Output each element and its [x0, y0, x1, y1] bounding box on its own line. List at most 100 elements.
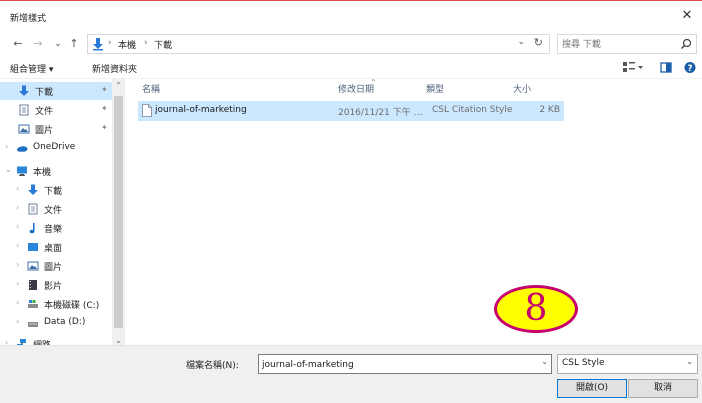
column-header-size[interactable]: 大小: [513, 82, 531, 95]
column-header-date[interactable]: 修改日期: [338, 82, 374, 95]
sidebar-item-network[interactable]: › 網路: [0, 335, 112, 345]
pin-icon: ✦: [101, 85, 108, 94]
breadcrumb-separator: ›: [108, 38, 112, 48]
sidebar-item-label: 音樂: [44, 225, 63, 235]
sidebar-item-music[interactable]: › 音樂: [0, 219, 112, 237]
expand-chevron-icon[interactable]: ›: [5, 338, 8, 345]
cancel-button[interactable]: 取消: [628, 379, 698, 398]
expand-chevron-icon[interactable]: ›: [16, 317, 19, 326]
download-arrow-icon: [19, 85, 29, 96]
expand-chevron-icon[interactable]: ›: [16, 260, 19, 269]
expand-chevron-icon[interactable]: ›: [16, 184, 19, 193]
pictures-icon: [27, 261, 39, 271]
sidebar-item-downloads[interactable]: › 下載: [0, 181, 112, 199]
sidebar-item-pictures[interactable]: › 圖片: [0, 257, 112, 275]
file-type-select[interactable]: CSL Style ⌄: [557, 354, 698, 374]
pin-icon: ✦: [101, 123, 108, 132]
breadcrumb-this-pc[interactable]: 本機: [118, 38, 136, 51]
file-date: 2016/11/21 下午 …: [338, 108, 423, 118]
sidebar-item-label: Data (D:): [44, 317, 86, 327]
expand-chevron-icon[interactable]: ›: [16, 203, 19, 212]
desktop-icon: [28, 243, 38, 251]
pin-icon: ✦: [101, 104, 108, 113]
address-history-dropdown[interactable]: ⌄: [517, 37, 525, 47]
forward-button[interactable]: →: [30, 35, 46, 53]
expand-chevron-icon[interactable]: ›: [5, 142, 8, 151]
breadcrumb-separator: ›: [144, 38, 148, 48]
scroll-down-arrow-icon[interactable]: ⌄: [112, 336, 125, 345]
title-bar: 新增樣式 ✕: [0, 1, 702, 31]
sidebar-item-label: 本機: [33, 168, 52, 178]
document-icon: [28, 203, 38, 215]
breadcrumb-downloads[interactable]: 下載: [154, 38, 172, 51]
change-view-icon[interactable]: [622, 61, 644, 74]
sidebar-item-downloads-quick[interactable]: 下載 ✦: [0, 82, 112, 100]
sidebar-item-label: 文件: [35, 107, 54, 117]
sidebar-item-label: 圖片: [44, 263, 63, 273]
onedrive-cloud-icon: [17, 146, 28, 152]
address-row: ← → ⌄ ↑ › 本機 › 下載 ⌄ ↻: [0, 31, 702, 57]
file-type-selected: CSL Style: [562, 358, 605, 368]
sidebar-item-label: 下載: [44, 187, 63, 197]
refresh-button[interactable]: ↻: [534, 36, 543, 49]
video-icon: [29, 280, 37, 290]
file-list: 名稱 修改日期 ⌃ 類型 大小 journal-of-marketing 201…: [130, 78, 702, 345]
sidebar-item-label: 網路: [33, 338, 51, 345]
sidebar-item-label: 文件: [44, 206, 63, 216]
chevron-down-icon[interactable]: ⌄: [541, 357, 548, 366]
sidebar-item-documents[interactable]: › 文件: [0, 200, 112, 218]
sidebar-item-this-pc[interactable]: ⌄ 本機: [0, 162, 112, 180]
scroll-up-arrow-icon[interactable]: ⌃: [112, 81, 125, 90]
sidebar-item-label: 影片: [44, 282, 63, 292]
sidebar-item-label: 桌面: [44, 244, 63, 254]
search-box[interactable]: [557, 34, 697, 54]
recent-locations-button[interactable]: ⌄: [50, 35, 66, 53]
open-button[interactable]: 開啟(O): [557, 379, 627, 398]
filename-combobox[interactable]: ⌄: [258, 354, 552, 374]
up-button[interactable]: ↑: [66, 35, 82, 53]
help-icon[interactable]: ?: [684, 61, 696, 74]
expand-chevron-icon[interactable]: ›: [16, 222, 19, 231]
file-size: 2 KB: [539, 105, 560, 115]
address-bar[interactable]: › 本機 › 下載 ⌄ ↻: [87, 34, 550, 54]
navigation-scrollbar[interactable]: ⌃ ⌄: [112, 79, 125, 345]
search-input[interactable]: [562, 38, 672, 51]
sidebar-item-documents-quick[interactable]: 文件 ✦: [0, 101, 112, 119]
command-toolbar: 組合管理 ▾ 新增資料夾 ?: [0, 57, 702, 79]
download-arrow-icon: [93, 38, 103, 51]
document-icon: [19, 104, 29, 116]
file-type: CSL Citation Style: [432, 105, 513, 115]
file-row[interactable]: journal-of-marketing 2016/11/21 下午 … CSL…: [138, 101, 564, 121]
expand-chevron-icon[interactable]: ›: [16, 241, 19, 250]
computer-icon: [17, 166, 27, 176]
new-folder-button[interactable]: 新增資料夾: [92, 62, 137, 75]
filename-input[interactable]: [262, 358, 532, 371]
sidebar-item-label: OneDrive: [33, 142, 76, 152]
sidebar-item-videos[interactable]: › 影片: [0, 276, 112, 294]
drive-icon: [28, 322, 38, 327]
sidebar-item-label: 本機磁碟 (C:): [44, 301, 100, 311]
column-header-type[interactable]: 類型: [426, 82, 444, 95]
close-button[interactable]: ✕: [672, 3, 702, 29]
organize-button[interactable]: 組合管理 ▾: [10, 62, 53, 75]
dialog-footer: 檔案名稱(N): ⌄ CSL Style ⌄ 開啟(O) 取消: [0, 345, 702, 403]
file-name: journal-of-marketing: [155, 105, 247, 115]
column-header-name[interactable]: 名稱: [142, 82, 160, 95]
sidebar-item-pictures-quick[interactable]: 圖片 ✦: [0, 120, 112, 138]
download-arrow-icon: [28, 184, 38, 195]
preview-pane-icon[interactable]: [660, 61, 672, 74]
sidebar-item-onedrive[interactable]: › OneDrive: [0, 139, 112, 157]
back-button[interactable]: ←: [10, 35, 26, 53]
scrollbar-thumb[interactable]: [114, 96, 123, 328]
sidebar-item-label: 下載: [35, 88, 54, 98]
pictures-icon: [18, 124, 30, 134]
step-number-badge: 8: [494, 285, 578, 333]
expand-chevron-icon[interactable]: ›: [16, 298, 19, 307]
sidebar-item-label: 圖片: [35, 126, 54, 136]
sidebar-item-drive-d[interactable]: › Data (D:): [0, 314, 112, 332]
collapse-chevron-icon[interactable]: ⌄: [5, 165, 12, 174]
svg-text:?: ?: [687, 64, 692, 74]
expand-chevron-icon[interactable]: ›: [16, 279, 19, 288]
sidebar-item-desktop[interactable]: › 桌面: [0, 238, 112, 256]
sidebar-item-drive-c[interactable]: › 本機磁碟 (C:): [0, 295, 112, 313]
